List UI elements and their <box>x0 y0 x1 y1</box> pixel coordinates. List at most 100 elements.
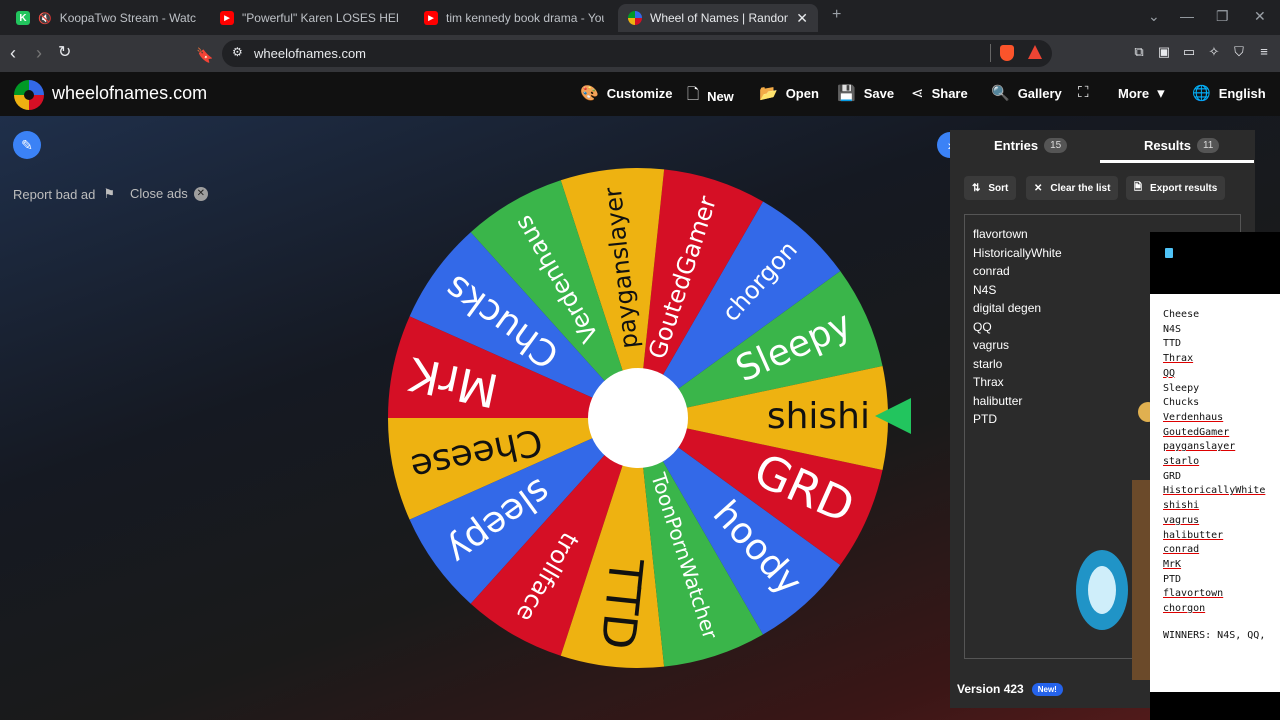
overlay-name: vagrus <box>1163 514 1200 526</box>
new-tab-button[interactable]: + <box>832 6 841 24</box>
wheel[interactable]: SleepychorgonGoutedGamerpayganslayerVerd… <box>380 148 900 693</box>
close-window-icon[interactable]: ✕ <box>1254 8 1266 25</box>
kick-favicon-icon: K <box>16 11 30 25</box>
wallet-icon[interactable]: ▭ <box>1182 45 1196 59</box>
entries-count-badge: 15 <box>1044 138 1068 153</box>
palette-icon: 🎨 <box>580 85 599 102</box>
overlay-titlebar <box>1150 232 1280 294</box>
wheel-segment-label: shishi <box>767 396 870 437</box>
report-bad-ad-link[interactable]: Report bad ad ⚑ <box>13 186 115 202</box>
back-icon[interactable]: ‹ <box>10 43 16 63</box>
result-item: halibutter <box>973 393 1023 408</box>
youtube-favicon-icon: ▶ <box>424 11 438 25</box>
overlay-name: conrad <box>1163 544 1200 556</box>
customize-label: Customize <box>606 85 673 101</box>
save-button[interactable]: 💾 Save <box>837 84 894 102</box>
file-icon: 🗎 <box>1134 181 1143 193</box>
divider <box>990 44 991 62</box>
more-button[interactable]: More ▾ <box>1118 84 1165 102</box>
save-icon: 💾 <box>837 85 856 102</box>
wheel-pointer-icon <box>875 398 911 434</box>
report-ad-label: Report bad ad <box>13 186 96 202</box>
overlay-name: PTD <box>1163 573 1182 585</box>
share-button[interactable]: ⋖ Share <box>911 84 968 102</box>
overlay-name: GoutedGamer <box>1163 426 1230 438</box>
edit-pencil-button[interactable]: ✎ <box>13 131 41 159</box>
overlay-name: payganslayer <box>1163 441 1236 453</box>
overlay-name: Thrax <box>1163 353 1194 365</box>
language-label: English <box>1218 85 1266 101</box>
address-bar[interactable]: ⚙ wheelofnames.com <box>222 40 1052 67</box>
result-item: digital degen <box>973 301 1042 315</box>
overlay-name: GRD <box>1163 470 1182 482</box>
result-item: HistoricallyWhite <box>973 245 1062 260</box>
sidebar-icon[interactable]: ▣ <box>1157 45 1171 59</box>
tab-title: "Powerful" Karen LOSES HER MIND W <box>242 11 398 25</box>
export-label: Export results <box>1150 182 1218 194</box>
export-results-button[interactable]: 🗎 Export results <box>1126 176 1226 200</box>
leo-ai-icon[interactable]: ✧ <box>1207 45 1221 59</box>
more-label: More <box>1118 85 1150 101</box>
new-badge[interactable]: New! <box>1031 682 1063 696</box>
tab-entries[interactable]: Entries 15 <box>994 138 1068 153</box>
muted-icon[interactable]: 🔇 <box>38 12 52 25</box>
wheel-favicon-icon <box>628 11 642 25</box>
close-ads-link[interactable]: Close ads ✕ <box>130 186 208 201</box>
result-item: vagrus <box>973 338 1010 352</box>
language-button[interactable]: 🌐 English <box>1192 84 1266 102</box>
brave-shields-icon[interactable] <box>1000 45 1014 61</box>
wheel-logo-icon[interactable] <box>14 80 44 110</box>
tab-title: tim kennedy book drama - YouTube <box>446 11 604 25</box>
maximize-icon[interactable]: ❐ <box>1216 8 1229 25</box>
overlay-name: QQ <box>1163 367 1176 379</box>
overlay-name: Verdenhaus <box>1163 411 1224 423</box>
customize-button[interactable]: 🎨 Customize <box>580 84 672 102</box>
fullscreen-button[interactable]: ⛶ <box>1078 84 1089 101</box>
version-info: Version 423 New! <box>957 682 1063 696</box>
browser-tab[interactable]: ▶ tim kennedy book drama - YouTube <box>414 4 614 32</box>
url-text[interactable]: wheelofnames.com <box>254 46 366 61</box>
close-icon: ✕ <box>193 186 208 201</box>
gallery-button[interactable]: 🔍 Gallery <box>991 84 1062 102</box>
result-item: flavortown <box>973 227 1028 241</box>
overlay-name: flavortown <box>1163 588 1224 600</box>
overlay-name: starlo <box>1163 456 1200 467</box>
site-info-icon[interactable]: ⚙ <box>232 45 243 59</box>
brave-rewards-icon[interactable] <box>1028 45 1042 59</box>
new-label: New <box>707 89 734 104</box>
wheel-center-hub[interactable] <box>588 368 688 468</box>
browser-tab[interactable]: ▶ "Powerful" Karen LOSES HER MIND W <box>210 4 408 32</box>
tab-title: Wheel of Names | Random name <box>650 11 788 25</box>
browser-tab[interactable]: K 🔇 KoopaTwo Stream - Watch Live o <box>6 4 206 32</box>
overlay-name: halibutter <box>1163 529 1224 541</box>
menu-icon[interactable]: ≡ <box>1257 45 1271 59</box>
open-button[interactable]: 📂 Open <box>759 84 819 102</box>
overlay-name: MrK <box>1163 558 1182 570</box>
minimize-icon[interactable]: — <box>1180 8 1194 24</box>
vpn-icon[interactable]: ⛉ <box>1232 45 1246 59</box>
close-tab-icon[interactable]: ✕ <box>796 10 808 27</box>
new-button[interactable]: 🗋 New <box>687 84 734 109</box>
sort-icon: ⇅ <box>972 182 981 194</box>
bookmark-icon[interactable]: 🔖 <box>196 45 213 65</box>
fullscreen-icon: ⛶ <box>1078 84 1089 101</box>
reload-icon[interactable]: ↻ <box>58 43 71 63</box>
browser-toolbar: ‹ › ↻ 🔖 ⚙ wheelofnames.com ⧉ ▣ ▭ ✧ ⛉ ≡ <box>0 35 1280 72</box>
sort-button[interactable]: ⇅ Sort <box>964 176 1017 200</box>
extensions-icon[interactable]: ⧉ <box>1132 45 1146 59</box>
site-name[interactable]: wheelofnames.com <box>52 83 207 104</box>
file-icon: 🗋 <box>687 86 700 103</box>
search-icon: 🔍 <box>991 85 1010 102</box>
result-item: conrad <box>973 264 1010 278</box>
browser-tab-active[interactable]: Wheel of Names | Random name ✕ <box>618 4 818 32</box>
clear-list-button[interactable]: ✕ Clear the list <box>1026 176 1119 200</box>
close-ads-label: Close ads <box>130 186 188 201</box>
result-item: PTD <box>973 412 997 426</box>
result-item: Thrax <box>973 375 1004 389</box>
globe-icon: 🌐 <box>1192 85 1211 102</box>
overlay-name: Sleepy <box>1163 382 1200 394</box>
forward-icon[interactable]: › <box>36 43 42 63</box>
sort-label: Sort <box>988 182 1009 194</box>
tab-results[interactable]: Results 11 <box>1144 138 1220 153</box>
tab-search-icon[interactable]: ⌄ <box>1148 8 1160 25</box>
